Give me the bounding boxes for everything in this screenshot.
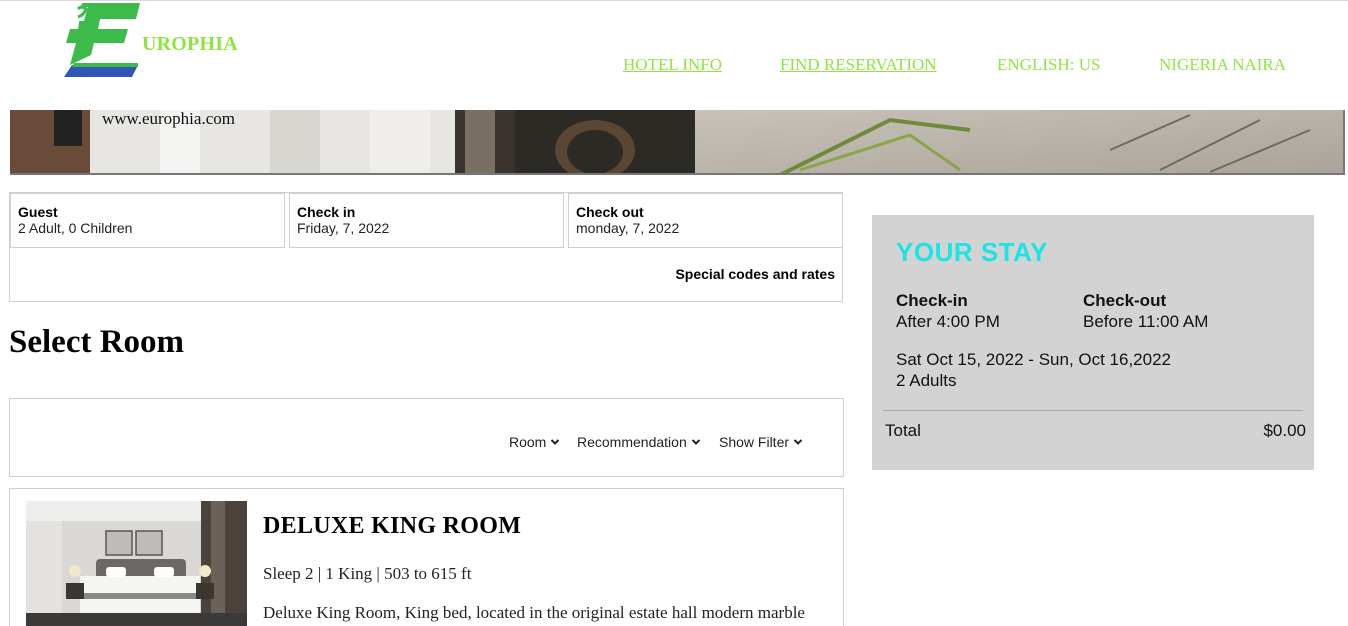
- stay-checkout-value: Before 11:00 AM: [1083, 312, 1209, 331]
- filter-bar: Room Recommendation Show Filter: [9, 398, 844, 477]
- stay-divider: [883, 410, 1303, 411]
- brand-name: UROPHIA: [142, 33, 238, 55]
- nav-currency[interactable]: NIGERIA NAIRA: [1159, 55, 1286, 79]
- chevron-down-icon: [691, 439, 700, 445]
- show-filter-dropdown[interactable]: Show Filter: [719, 434, 803, 450]
- stay-checkin-value: After 4:00 PM: [896, 312, 1000, 331]
- europhia-logo-icon[interactable]: [62, 3, 142, 79]
- nav-find-reservation[interactable]: FIND RESERVATION: [780, 55, 937, 79]
- checkout-label: Check out: [576, 204, 644, 220]
- chevron-down-icon: [551, 439, 560, 445]
- room-title[interactable]: DELUXE KING ROOM: [263, 513, 521, 540]
- site-url: www.europhia.com: [102, 110, 235, 128]
- checkin-value: Friday, 7, 2022: [297, 220, 390, 236]
- stay-checkin-label: Check-in: [896, 291, 968, 310]
- hero-banner: www.europhia.com: [10, 110, 1345, 175]
- guest-field[interactable]: Guest 2 Adult, 0 Children: [10, 193, 285, 248]
- room-filter-dropdown[interactable]: Room: [509, 434, 560, 450]
- site-header: UROPHIA HOTEL INFO FIND RESERVATION ENGL…: [0, 1, 1348, 110]
- checkin-label: Check in: [297, 204, 356, 220]
- room-specs: Sleep 2 | 1 King | 503 to 615 ft: [263, 564, 472, 583]
- chevron-down-icon: [793, 439, 803, 445]
- nav-hotel-info[interactable]: HOTEL INFO: [623, 55, 722, 79]
- your-stay-panel: YOUR STAY Check-in After 4:00 PM Check-o…: [872, 215, 1314, 470]
- page-title: Select Room: [9, 324, 185, 360]
- room-filter-label: Room: [509, 434, 547, 450]
- nav-language[interactable]: ENGLISH: US: [997, 55, 1100, 79]
- guest-label: Guest: [18, 204, 58, 220]
- checkout-value: monday, 7, 2022: [576, 220, 680, 236]
- recommendation-label: Recommendation: [577, 434, 687, 450]
- stay-guests: 2 Adults: [896, 371, 957, 390]
- room-card[interactable]: DELUXE KING ROOM Sleep 2 | 1 King | 503 …: [9, 488, 844, 626]
- room-photo[interactable]: [26, 501, 247, 626]
- stay-total-value: $0.00: [1263, 421, 1306, 440]
- guest-value: 2 Adult, 0 Children: [18, 220, 133, 236]
- recommendation-dropdown[interactable]: Recommendation: [577, 434, 701, 450]
- booking-bar: Guest 2 Adult, 0 Children Check in Frida…: [9, 192, 843, 302]
- stay-dates: Sat Oct 15, 2022 - Sun, Oct 16,2022: [896, 350, 1172, 369]
- special-codes-button[interactable]: Special codes and rates: [675, 266, 835, 282]
- your-stay-title: YOUR STAY: [896, 237, 1048, 267]
- show-filter-label: Show Filter: [719, 434, 790, 450]
- checkout-field[interactable]: Check out monday, 7, 2022: [568, 193, 843, 248]
- room-description: Deluxe King Room, King bed, located in t…: [263, 603, 805, 622]
- stay-total-label: Total: [885, 421, 921, 440]
- checkin-field[interactable]: Check in Friday, 7, 2022: [289, 193, 564, 248]
- stay-checkout-label: Check-out: [1083, 291, 1167, 310]
